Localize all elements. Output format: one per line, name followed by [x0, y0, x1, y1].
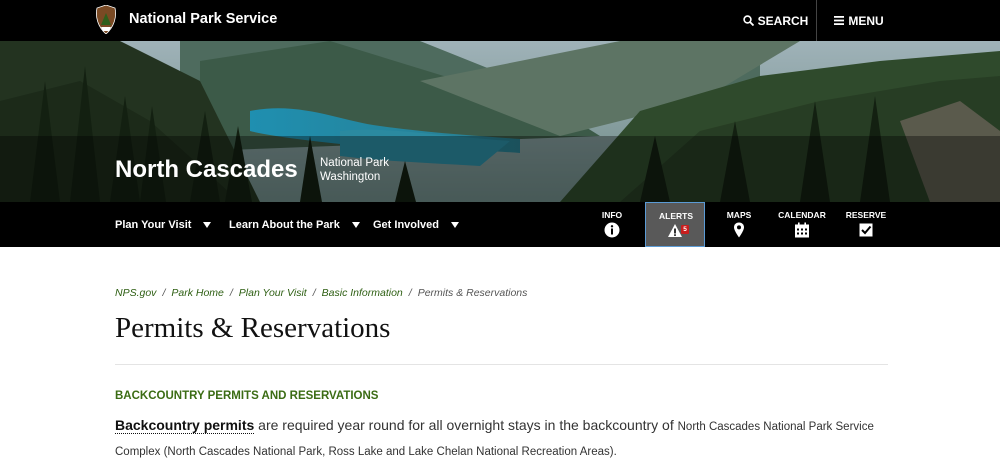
tool-label: ALERTS [659, 211, 693, 221]
breadcrumb-current: Permits & Reservations [417, 287, 528, 299]
backcountry-permits-link[interactable]: Backcountry permits [115, 417, 255, 434]
search-icon [742, 15, 754, 26]
tool-reserve[interactable]: RESERVE [836, 202, 896, 247]
breadcrumb-link[interactable]: NPS.gov [115, 287, 156, 299]
breadcrumb-separator: / [312, 287, 316, 299]
breadcrumb-separator: / [162, 287, 166, 299]
tool-label: CALENDAR [778, 210, 826, 220]
top-bar: National Park Service SEARCH MENU [0, 0, 1000, 41]
nav-plan-your-visit[interactable]: Plan Your Visit [115, 202, 212, 247]
tool-alerts[interactable]: ALERTS 5 [645, 202, 705, 247]
intro-paragraph: Backcountry permits are required year ro… [115, 414, 895, 464]
nav-learn-about-the-park[interactable]: Learn About the Park [229, 202, 360, 247]
caret-down-icon [203, 221, 212, 228]
calendar-icon [795, 222, 809, 238]
tool-label: MAPS [726, 210, 752, 220]
map-pin-icon [734, 222, 744, 238]
tool-maps[interactable]: MAPS [709, 202, 769, 247]
breadcrumb-link[interactable]: Plan Your Visit [239, 287, 307, 299]
park-name[interactable]: North Cascades [115, 156, 298, 184]
park-designation: National Park Washington [320, 156, 389, 184]
caret-down-icon [451, 221, 460, 228]
breadcrumb-separator: / [229, 287, 233, 299]
hero-banner: North Cascades National Park Washington [0, 41, 1000, 202]
info-icon [604, 222, 620, 238]
tool-label: RESERVE [845, 210, 887, 220]
nav-item-label: Plan Your Visit [115, 218, 192, 231]
nps-arrowhead-icon[interactable] [95, 5, 117, 34]
park-state: Washington [320, 171, 381, 183]
caret-down-icon [351, 221, 360, 228]
title-divider [115, 364, 888, 365]
search-label: SEARCH [757, 13, 809, 28]
paragraph-text: are required year round for all overnigh… [254, 417, 678, 433]
menu-label: MENU [848, 13, 884, 28]
checkbox-icon [859, 223, 873, 237]
site-title[interactable]: National Park Service [129, 11, 277, 27]
breadcrumb-link[interactable]: Basic Information [322, 287, 403, 299]
breadcrumb: NPS.gov / Park Home / Plan Your Visit / … [115, 287, 527, 299]
section-heading: BACKCOUNTRY PERMITS AND RESERVATIONS [115, 390, 379, 402]
menu-button[interactable]: MENU [818, 0, 900, 41]
tool-calendar[interactable]: CALENDAR [772, 202, 832, 247]
hamburger-icon [834, 16, 845, 25]
park-type: National Park [320, 157, 390, 169]
breadcrumb-link[interactable]: Park Home [171, 287, 224, 299]
search-button[interactable]: SEARCH [735, 0, 817, 41]
tool-label: INFO [601, 210, 623, 220]
page-title: Permits & Reservations [115, 312, 391, 344]
nav-item-label: Learn About the Park [229, 218, 340, 231]
breadcrumb-separator: / [408, 287, 412, 299]
alert-count-badge: 5 [681, 225, 689, 234]
tool-info[interactable]: INFO [582, 202, 642, 247]
nav-get-involved[interactable]: Get Involved [373, 202, 460, 247]
nav-item-label: Get Involved [373, 218, 440, 231]
park-nav-bar: Plan Your Visit Learn About the Park Get… [0, 202, 1000, 247]
